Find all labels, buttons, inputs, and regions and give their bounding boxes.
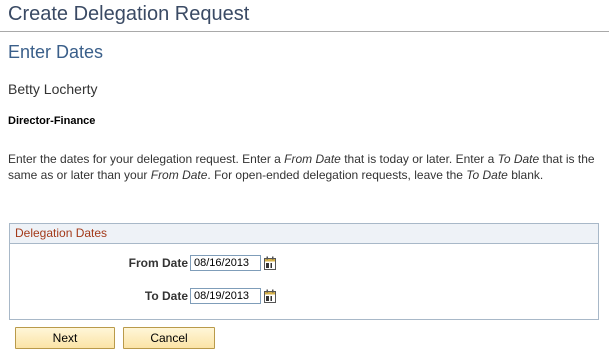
- instructions-emphasis: From Date: [150, 168, 208, 182]
- to-date-label: To Date: [144, 289, 188, 303]
- to-date-field[interactable]: [190, 288, 261, 304]
- delegation-dates-header: Delegation Dates: [10, 224, 598, 244]
- instructions-part: Enter the dates for your delegation requ…: [8, 152, 285, 166]
- from-date-label: From Date: [128, 256, 188, 270]
- from-date-calendar-button[interactable]: [264, 256, 276, 270]
- from-date-row: From Date: [10, 253, 276, 273]
- section-title: Enter Dates: [8, 42, 104, 62]
- title-divider: [0, 31, 609, 32]
- instructions-part: blank.: [507, 168, 544, 182]
- instructions-part: that is today or later. Enter a: [340, 152, 498, 166]
- instructions-emphasis: From Date: [284, 152, 341, 166]
- instructions-text: Enter the dates for your delegation requ…: [8, 151, 604, 183]
- to-date-row: To Date: [10, 286, 276, 306]
- page-title: Create Delegation Request: [8, 3, 250, 25]
- delegation-dates-group: Delegation Dates From Date To Date: [9, 223, 599, 320]
- calendar-icon: [264, 289, 276, 303]
- cancel-button[interactable]: Cancel: [123, 327, 215, 349]
- person-name: Betty Locherty: [8, 81, 98, 97]
- to-date-calendar-button[interactable]: [264, 289, 276, 303]
- instructions-part: . For open-ended delegation requests, le…: [207, 168, 467, 182]
- instructions-emphasis: To Date: [497, 152, 540, 166]
- from-date-field[interactable]: [190, 255, 261, 271]
- person-job-title: Director-Finance: [8, 115, 96, 127]
- calendar-icon: [264, 256, 276, 270]
- instructions-emphasis: To Date: [466, 168, 508, 182]
- next-button[interactable]: Next: [15, 327, 115, 349]
